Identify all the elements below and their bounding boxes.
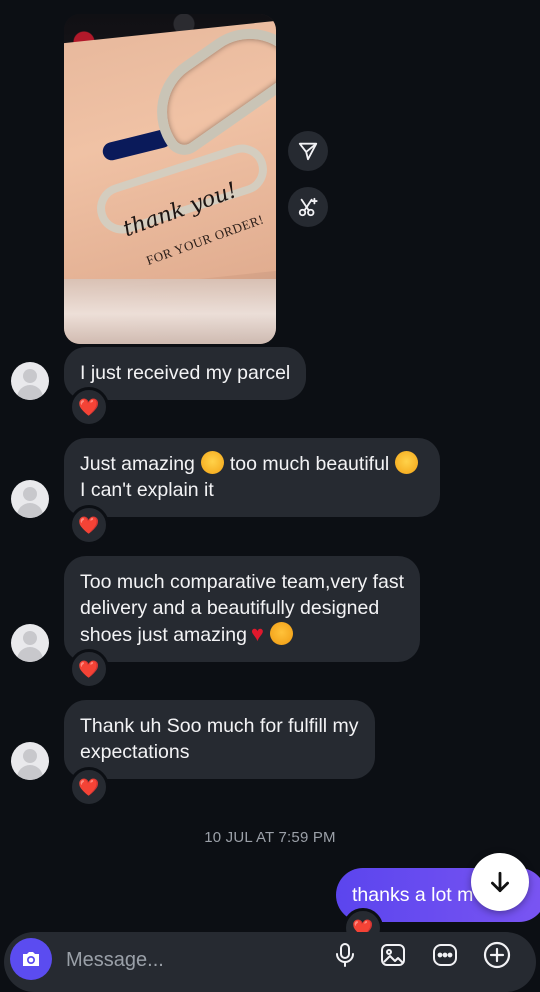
message-text-line: Too much comparative team,very fast [80, 571, 405, 593]
message-text-line: shoes just amazing ♥ [80, 621, 404, 648]
photo-wrapping [64, 279, 276, 344]
camera-icon [23, 952, 39, 966]
message-text-line: delivery and a beautifully designed [80, 597, 380, 619]
sent-message-text: thanks a lot m [352, 883, 474, 906]
remix-button[interactable] [288, 187, 328, 227]
message-text-segment: too much beautiful [229, 453, 390, 475]
heart-icon: ❤️ [78, 659, 100, 679]
avatar-shoulders-shape [17, 385, 43, 400]
share-button[interactable] [288, 131, 328, 171]
message-bubble[interactable]: Just amazing too much beautiful I can't e… [64, 438, 441, 517]
avatar-shoulders-shape [17, 503, 43, 518]
heart-icon: ❤️ [78, 777, 100, 797]
heart-reaction[interactable]: ❤️ [69, 649, 109, 689]
add-button[interactable] [482, 940, 512, 970]
sender-avatar[interactable] [11, 624, 49, 662]
heart-eyes-emoji-icon [200, 451, 224, 474]
avatar-head-shape [23, 749, 37, 763]
message-text-line: I can't explain it [80, 479, 214, 501]
avatar-shoulders-shape [17, 765, 43, 780]
avatar-shoulders-shape [17, 647, 43, 662]
arrow-down-icon [491, 871, 509, 893]
sticker-icon [433, 944, 457, 966]
message-timestamp: 10 JUL AT 7:59 PM [204, 829, 336, 846]
message-text-line: Thank uh Soo much for fulfill my [80, 715, 359, 737]
message-text-line: expectations [80, 741, 190, 763]
microphone-button[interactable] [330, 940, 360, 970]
heart-icon: ❤️ [78, 397, 100, 417]
message-text: I just received my parcel [80, 362, 291, 384]
heart-eyes-cat-emoji-icon [269, 622, 293, 645]
message-text-segment: Just amazing [80, 453, 195, 475]
heart-icon: ❤️ [78, 515, 100, 535]
heart-reaction[interactable]: ❤️ [69, 505, 109, 545]
message-text-line: Just amazing too much beautiful [80, 451, 424, 477]
image-icon [381, 944, 405, 966]
message-input[interactable] [64, 944, 308, 976]
sender-avatar[interactable] [11, 362, 49, 400]
sender-avatar[interactable] [11, 742, 49, 780]
message-bubble[interactable]: Thank uh Soo much for fulfill my expecta… [64, 700, 375, 779]
red-heart-emoji-icon: ♥ [250, 621, 264, 646]
sticker-button[interactable] [430, 940, 460, 970]
avatar-head-shape [23, 487, 37, 501]
gallery-button[interactable] [378, 940, 408, 970]
heart-reaction[interactable]: ❤️ [69, 767, 109, 807]
avatar-head-shape [23, 631, 37, 645]
heart-reaction[interactable]: ❤️ [69, 387, 109, 427]
paper-plane-icon [298, 142, 318, 161]
shared-photo[interactable]: thank you! FOR YOUR ORDER! [64, 14, 276, 344]
avatar-head-shape [23, 369, 37, 383]
scroll-to-bottom-button[interactable] [471, 853, 529, 911]
message-bubble[interactable]: Too much comparative team,very fast deli… [64, 556, 421, 662]
star-struck-emoji-icon [395, 451, 419, 474]
plus-circle-icon [483, 941, 511, 969]
microphone-icon [336, 943, 354, 967]
camera-button[interactable] [10, 938, 52, 980]
scissors-sparkle-icon [298, 197, 318, 217]
message-text-segment: shoes just amazing [80, 624, 247, 646]
sender-avatar[interactable] [11, 480, 49, 518]
